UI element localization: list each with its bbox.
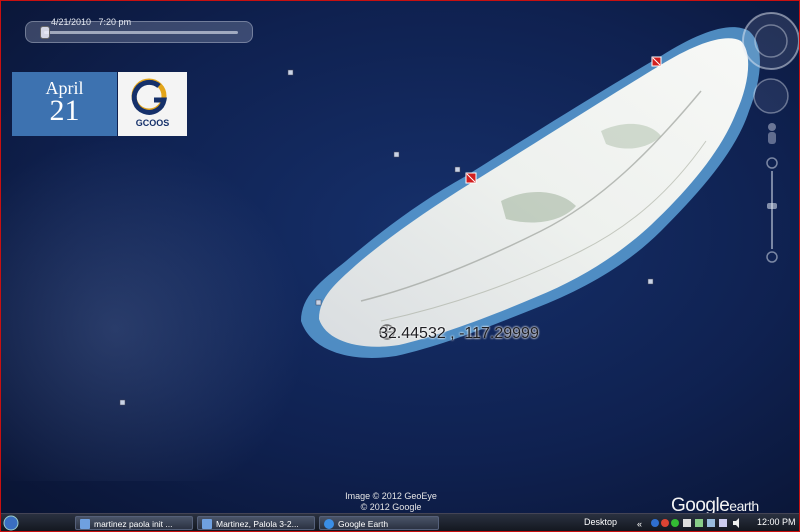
start-button-icon[interactable]	[3, 515, 19, 531]
gcoos-logo-icon	[131, 78, 167, 115]
date-day: 21	[49, 94, 80, 127]
word-document-icon	[80, 519, 90, 529]
tray-app-icon[interactable]	[719, 519, 727, 527]
navigation-controls	[742, 12, 799, 263]
app-window: 4/21/2010 7:20 pm April 21 GCOOS 32.4453…	[0, 0, 800, 532]
imagery-credit: Image © 2012 GeoEye	[345, 491, 437, 501]
system-clock[interactable]: 12:00 PM	[757, 517, 796, 527]
look-joystick[interactable]	[753, 78, 789, 114]
google-earth-logo-suffix: earth	[729, 498, 759, 514]
google-earth-icon	[324, 519, 334, 529]
gcoos-logo-text: GCOOS	[135, 118, 170, 128]
warning-marker-icon[interactable]	[465, 172, 477, 184]
network-icon[interactable]	[707, 519, 715, 527]
date-badge: April 21 GCOOS	[12, 72, 187, 136]
taskbar-button-google-earth[interactable]: Google Earth	[319, 516, 439, 530]
date-box: April 21	[12, 72, 117, 136]
tray-app-icon[interactable]	[651, 519, 659, 527]
gcoos-logo: GCOOS	[118, 72, 187, 136]
tray-app-icon[interactable]	[683, 519, 691, 527]
tray-app-icon[interactable]	[671, 519, 679, 527]
time-slider-track[interactable]	[44, 31, 238, 34]
tray-expand-icon[interactable]: «	[637, 519, 642, 529]
taskbar-button-document-2[interactable]: Martinez, Palola 3-2...	[197, 516, 315, 530]
word-document-icon	[202, 519, 212, 529]
tray-app-icon[interactable]	[661, 519, 669, 527]
tray-app-icon[interactable]	[695, 519, 703, 527]
volume-icon[interactable]	[733, 518, 739, 528]
street-view-pegman-icon[interactable]	[768, 123, 776, 144]
copyright-credit: © 2012 Google	[360, 502, 422, 512]
coordinates-label: 32.44532 , -117.29999	[379, 325, 539, 342]
taskbar-button-document-1[interactable]: martinez paola init ...	[75, 516, 193, 530]
taskbar: martinez paola init ... Martinez, Palola…	[1, 513, 799, 531]
desktop-toolbar-label[interactable]: Desktop	[584, 517, 617, 527]
placemark-icon[interactable]	[393, 151, 400, 158]
zoom-slider[interactable]	[766, 157, 778, 263]
placemark-icon[interactable]	[119, 399, 126, 406]
time-slider-handle[interactable]	[40, 26, 50, 39]
time-slider-label: 4/21/2010 7:20 pm	[51, 17, 132, 27]
placemark-icon[interactable]	[287, 69, 294, 76]
compass-ring[interactable]	[742, 12, 799, 70]
placemark-icon[interactable]	[647, 278, 654, 285]
placemark-icon[interactable]	[454, 166, 461, 173]
system-tray: «	[637, 518, 739, 529]
warning-marker-icon[interactable]	[651, 56, 662, 67]
placemark-icon[interactable]	[315, 299, 322, 306]
